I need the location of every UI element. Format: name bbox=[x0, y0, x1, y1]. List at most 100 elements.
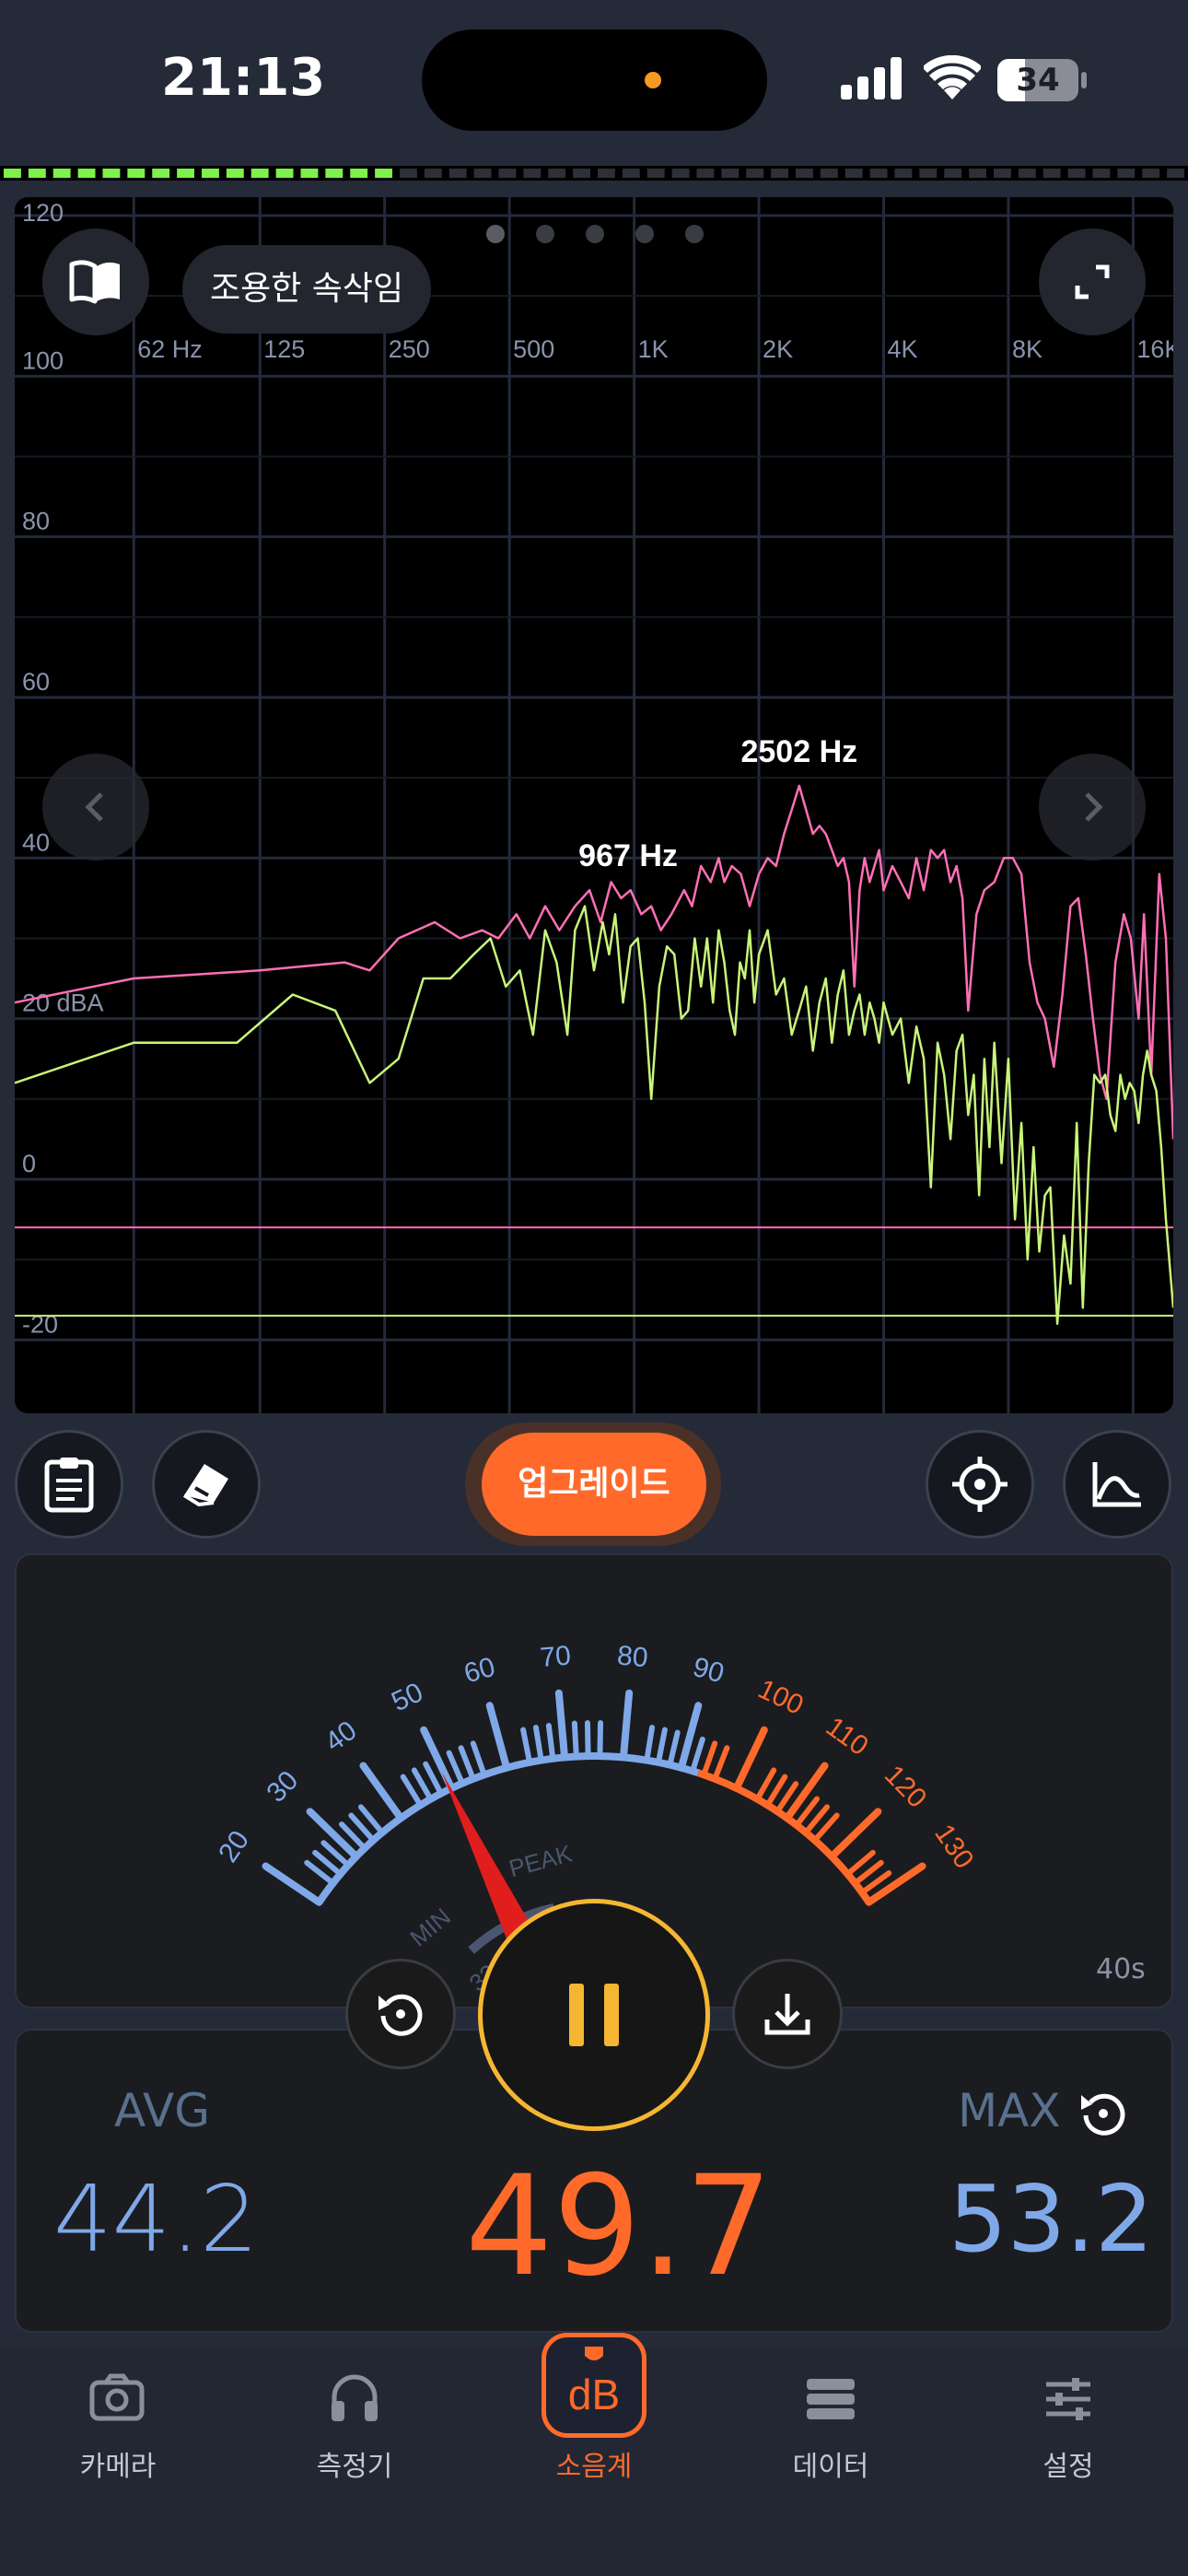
level-segment bbox=[1167, 169, 1184, 178]
peak-label: 967 Hz bbox=[578, 838, 678, 873]
gauge-minor-tick bbox=[712, 1745, 730, 1782]
x-tick-label: 500 bbox=[513, 335, 554, 363]
y-tick-label: 60 bbox=[22, 668, 50, 696]
gauge-peak-label: PEAK bbox=[506, 1839, 575, 1882]
page-dot[interactable] bbox=[486, 225, 505, 243]
gauge-minor-tick bbox=[701, 1740, 718, 1778]
peak-label: 2502 Hz bbox=[740, 734, 857, 769]
gauge-scale-label: 20 bbox=[213, 1825, 255, 1868]
level-segment bbox=[696, 169, 715, 178]
level-segment bbox=[250, 169, 269, 178]
level-segment bbox=[127, 169, 146, 178]
reset-icon bbox=[1081, 2093, 1125, 2136]
y-tick-label: 120 bbox=[22, 199, 64, 227]
gauge-major-tick bbox=[828, 1808, 882, 1861]
gauge-minor-tick bbox=[470, 1740, 487, 1778]
tab-measure[interactable]: 측정기 bbox=[262, 2443, 447, 2484]
gauge-scale-label: 70 bbox=[539, 1640, 572, 1673]
level-segment bbox=[448, 169, 467, 178]
level-segment bbox=[573, 169, 590, 178]
level-segment bbox=[969, 169, 986, 178]
gauge-scale-label: 90 bbox=[690, 1652, 728, 1690]
chart-next-button[interactable] bbox=[1039, 754, 1146, 861]
chart-prev-button[interactable] bbox=[42, 754, 149, 861]
level-segment bbox=[177, 169, 194, 178]
fullscreen-button[interactable] bbox=[1039, 228, 1146, 335]
download-button[interactable] bbox=[732, 1959, 843, 2069]
max-value: 53.2 bbox=[949, 2165, 1154, 2273]
avg-label: AVG bbox=[114, 2084, 210, 2137]
page-dot[interactable] bbox=[586, 225, 604, 243]
level-segment bbox=[102, 169, 121, 178]
battery-cap bbox=[1081, 72, 1087, 88]
curve-chart-icon bbox=[1092, 1462, 1141, 1507]
download-icon bbox=[764, 1994, 810, 2035]
tab-camera[interactable]: 카메라 bbox=[26, 2443, 210, 2484]
level-segment bbox=[350, 169, 368, 178]
gauge-min-label: MIN bbox=[404, 1903, 456, 1952]
max-label: MAX bbox=[958, 2084, 1061, 2137]
reset-button[interactable] bbox=[345, 1959, 456, 2069]
level-segment bbox=[473, 169, 492, 178]
camera-icon[interactable] bbox=[89, 2373, 145, 2421]
level-segment bbox=[548, 169, 566, 178]
level-segment bbox=[523, 169, 542, 178]
level-segment bbox=[994, 169, 1011, 178]
book-icon bbox=[69, 260, 120, 304]
gauge-minor-tick bbox=[690, 1736, 705, 1774]
level-segment bbox=[796, 169, 813, 178]
gauge-minor-tick bbox=[545, 1723, 556, 1762]
level-segment bbox=[202, 169, 219, 178]
avg-value: 44.2 bbox=[53, 2165, 259, 2273]
x-tick-label: 62 Hz bbox=[137, 335, 203, 363]
level-segment bbox=[300, 169, 319, 178]
level-segment bbox=[1042, 169, 1061, 178]
level-segment bbox=[671, 169, 690, 178]
tab-sound-meter[interactable]: 소음계 bbox=[502, 2443, 686, 2484]
level-segment bbox=[1117, 169, 1136, 178]
tab-settings[interactable]: 설정 bbox=[976, 2443, 1160, 2484]
page-dot[interactable] bbox=[685, 225, 704, 243]
max-reset-button[interactable] bbox=[1077, 2088, 1129, 2143]
level-segment bbox=[820, 169, 838, 178]
mic-indicator-icon bbox=[645, 72, 661, 88]
level-segment bbox=[1092, 169, 1111, 178]
reset-icon bbox=[379, 1994, 423, 2036]
battery-level: 34 bbox=[1016, 62, 1060, 99]
target-button[interactable] bbox=[926, 1430, 1034, 1539]
chevron-left-icon bbox=[85, 792, 103, 822]
report-button[interactable] bbox=[15, 1430, 123, 1539]
calibrate-button[interactable] bbox=[152, 1430, 261, 1539]
headphones-icon[interactable] bbox=[329, 2371, 380, 2423]
upgrade-button[interactable]: 업그레이드 bbox=[482, 1433, 706, 1536]
level-segment bbox=[1018, 169, 1036, 178]
page-dot[interactable] bbox=[635, 225, 654, 243]
level-segment bbox=[598, 169, 615, 178]
gauge-major-tick bbox=[485, 1702, 511, 1772]
level-segment bbox=[498, 169, 517, 178]
level-segment bbox=[1067, 169, 1086, 178]
level-meter-strip bbox=[0, 166, 1188, 181]
guide-book-button[interactable] bbox=[42, 228, 149, 335]
timer-label: 40s bbox=[1096, 1953, 1146, 1985]
tab-data[interactable]: 데이터 bbox=[739, 2443, 923, 2484]
battery-icon: 34 bbox=[997, 59, 1078, 101]
level-segment bbox=[28, 169, 46, 178]
page-dot[interactable] bbox=[536, 225, 554, 243]
gauge-scale-label: 60 bbox=[460, 1652, 498, 1690]
crosshair-icon bbox=[952, 1457, 1007, 1512]
pause-button[interactable] bbox=[478, 1899, 710, 2131]
data-list-icon[interactable] bbox=[805, 2377, 856, 2421]
gauge-scale-label: 80 bbox=[616, 1640, 649, 1673]
level-segment bbox=[944, 169, 962, 178]
x-tick-label: 8K bbox=[1012, 335, 1042, 363]
sliders-icon[interactable] bbox=[1042, 2375, 1094, 2423]
gauge-major-tick bbox=[554, 1689, 569, 1762]
level-segment bbox=[721, 169, 740, 178]
spectrum-chart[interactable]: 62 Hz 125 250 500 1K 2K 4K 8K 16K 120 100 80 60 40 20 … bbox=[15, 197, 1173, 1413]
level-segment bbox=[646, 169, 665, 178]
level-segment bbox=[869, 169, 888, 178]
x-tick-label: 2K bbox=[763, 335, 793, 363]
db-meter-icon[interactable]: dB bbox=[542, 2333, 646, 2438]
curve-chart-button[interactable] bbox=[1063, 1430, 1171, 1539]
